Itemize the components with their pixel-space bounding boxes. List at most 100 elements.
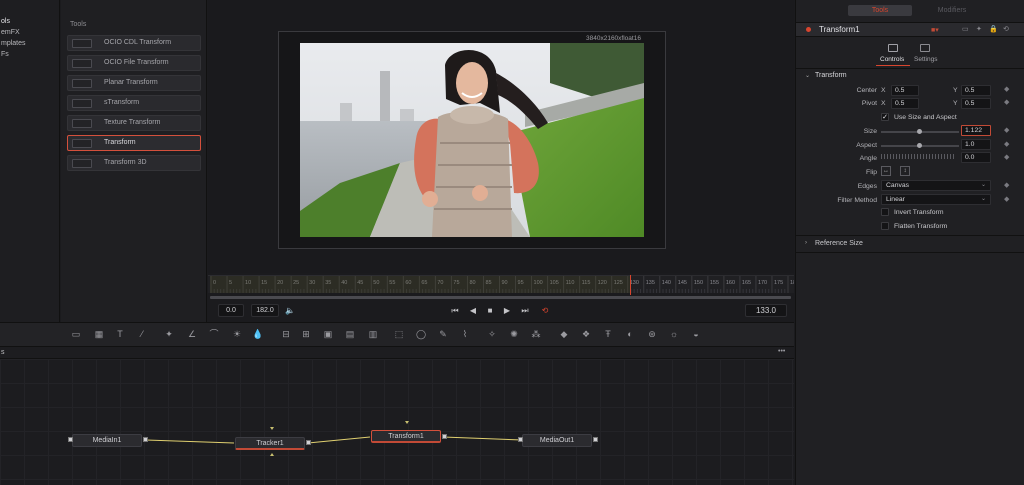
center-x-field[interactable]: 0.5: [891, 85, 919, 96]
image-plane-icon[interactable]: ▦: [93, 328, 105, 340]
keyframe-icon[interactable]: ◆: [1004, 181, 1009, 189]
category-item[interactable]: ols: [0, 16, 59, 27]
particle-icon[interactable]: ✦: [163, 328, 175, 340]
angle-thumbwheel[interactable]: [881, 154, 956, 159]
bezier-icon[interactable]: ⌇: [459, 328, 471, 340]
tab-modifiers[interactable]: Modifiers: [920, 5, 984, 16]
loop-icon[interactable]: ⟲: [538, 305, 552, 317]
tool-item-ocio-file[interactable]: OCIO File Transform: [67, 55, 201, 71]
tool-item-transform[interactable]: Transform: [67, 135, 201, 151]
light-icon[interactable]: ☼: [668, 328, 680, 340]
invert-transform-checkbox[interactable]: [881, 208, 889, 216]
bspline-mask-icon[interactable]: ⌒: [208, 328, 220, 340]
viewer-image[interactable]: [300, 43, 644, 237]
keyframe-icon[interactable]: ◆: [1004, 126, 1009, 134]
pivot-x-field[interactable]: 0.5: [891, 98, 919, 109]
background-icon[interactable]: ▭: [70, 328, 82, 340]
tool-item-planar-transform[interactable]: Planar Transform: [67, 75, 201, 91]
shape-3d-icon[interactable]: ◆: [558, 328, 570, 340]
node-output-port[interactable]: [143, 437, 148, 442]
aspect-slider-knob[interactable]: [917, 143, 922, 148]
tool-item-transform-3d[interactable]: Transform 3D: [67, 155, 201, 171]
saver-icon[interactable]: ▥: [367, 328, 379, 340]
tool-item-texture-transform[interactable]: Texture Transform: [67, 115, 201, 131]
flip-vertical-icon[interactable]: ↕: [900, 166, 910, 176]
play-reverse-icon[interactable]: ◀: [466, 305, 480, 317]
ellipse-mask-icon[interactable]: ◯: [415, 328, 427, 340]
section-reference-size-header[interactable]: Reference Size: [815, 240, 863, 247]
chevron-right-icon[interactable]: ›: [805, 240, 807, 246]
node-output-port[interactable]: [593, 437, 598, 442]
keyframe-icon[interactable]: ◆: [1004, 98, 1009, 106]
play-forward-icon[interactable]: ▶: [500, 305, 514, 317]
tool-item-stransform[interactable]: sTransform: [67, 95, 201, 111]
chevron-down-icon[interactable]: ⌄: [805, 72, 810, 79]
pivot-y-field[interactable]: 0.5: [961, 98, 991, 109]
channel-boolean-icon[interactable]: ⊞: [300, 328, 312, 340]
blur-icon[interactable]: 💧: [252, 328, 264, 340]
node-input-port[interactable]: [518, 437, 523, 442]
merge-icon[interactable]: ⊟: [280, 328, 292, 340]
node-mediain[interactable]: MediaIn1: [72, 434, 142, 447]
flip-horizontal-icon[interactable]: ↔: [881, 166, 891, 176]
current-frame-field[interactable]: 133.0: [745, 304, 787, 317]
use-size-aspect-checkbox[interactable]: ✓: [881, 113, 889, 121]
rectangle-mask-icon[interactable]: ⬚: [393, 328, 405, 340]
node-output-port[interactable]: [306, 440, 311, 445]
loader-icon[interactable]: ▤: [344, 328, 356, 340]
inspector-node-name[interactable]: Transform1: [819, 25, 860, 34]
keyframe-icon[interactable]: ◆: [1004, 153, 1009, 161]
go-to-start-icon[interactable]: ⏮: [448, 305, 462, 317]
render-start-field[interactable]: 0.0: [218, 304, 244, 317]
render-end-field[interactable]: 182.0: [251, 304, 279, 317]
node-editor-options-icon[interactable]: •••: [778, 348, 785, 355]
aspect-field[interactable]: 1.0: [961, 139, 991, 150]
category-item[interactable]: emFX: [0, 27, 59, 38]
matte-control-icon[interactable]: ▣: [322, 328, 334, 340]
particle-style-icon[interactable]: ⁂: [530, 328, 542, 340]
node-color-swatch-icon[interactable]: ■▾: [931, 26, 939, 34]
controls-tab-icon[interactable]: [888, 44, 898, 52]
pin-icon[interactable]: ✦: [976, 25, 982, 33]
subtab-controls[interactable]: Controls: [880, 56, 904, 63]
versions-icon[interactable]: ▭: [962, 25, 969, 33]
timeline-scrollbar[interactable]: [210, 296, 791, 299]
category-item[interactable]: Fs: [0, 49, 59, 60]
particle-render-icon[interactable]: ✺: [508, 328, 520, 340]
category-item[interactable]: mplates: [0, 38, 59, 49]
go-to-end-icon[interactable]: ⏭: [518, 305, 532, 317]
node-tracker[interactable]: Tracker1: [235, 437, 305, 450]
size-slider-knob[interactable]: [917, 129, 922, 134]
stop-icon[interactable]: ■: [483, 305, 497, 317]
polyline-icon[interactable]: ✎: [437, 328, 449, 340]
text-3d-icon[interactable]: Ŧ: [602, 328, 614, 340]
audio-icon[interactable]: 🔈: [283, 305, 297, 317]
polygon-mask-icon[interactable]: ∠: [186, 328, 198, 340]
size-field[interactable]: 1.122: [961, 125, 991, 136]
keyframe-icon[interactable]: ◆: [1004, 140, 1009, 148]
node-mediaout[interactable]: MediaOut1: [522, 434, 592, 447]
text-icon[interactable]: T: [114, 328, 126, 340]
image-plane-3d-icon[interactable]: ⊛: [646, 328, 658, 340]
subtab-settings[interactable]: Settings: [914, 56, 938, 63]
keyframe-icon[interactable]: ◆: [1004, 85, 1009, 93]
particle-emitter-icon[interactable]: ✧: [486, 328, 498, 340]
keyframe-icon[interactable]: ◆: [1004, 195, 1009, 203]
node-input-port[interactable]: [68, 437, 73, 442]
renderer-3d-icon[interactable]: ◒: [690, 328, 702, 340]
node-color-dot[interactable]: [806, 27, 811, 32]
tool-item-ocio-cdl[interactable]: OCIO CDL Transform: [67, 35, 201, 51]
camera-3d-icon[interactable]: ◐: [624, 328, 636, 340]
playhead[interactable]: [630, 275, 631, 295]
lock-icon[interactable]: 🔒: [989, 25, 998, 33]
tab-tools[interactable]: Tools: [848, 5, 912, 16]
edges-dropdown[interactable]: Canvas ⌄: [881, 180, 991, 191]
node-output-port[interactable]: [442, 434, 447, 439]
node-transform[interactable]: Transform1: [371, 430, 441, 443]
section-transform-header[interactable]: Transform: [815, 72, 847, 79]
angle-field[interactable]: 0.0: [961, 152, 991, 163]
settings-tab-icon[interactable]: [920, 44, 930, 52]
paint-icon[interactable]: ⁄: [136, 328, 148, 340]
merge-3d-icon[interactable]: ❖: [580, 328, 592, 340]
center-y-field[interactable]: 0.5: [961, 85, 991, 96]
